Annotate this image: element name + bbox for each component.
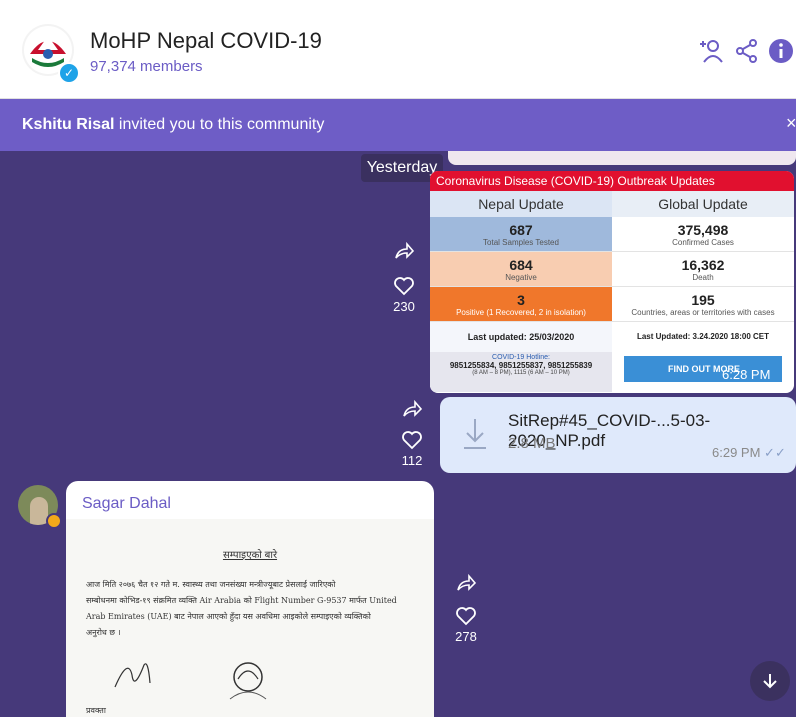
sender-name[interactable]: Sagar Dahal bbox=[82, 495, 171, 513]
global-updated: Last Updated: 3.24.2020 18:00 CET bbox=[636, 332, 770, 341]
stat-cell: 687 Total Samples Tested bbox=[430, 217, 612, 252]
forward-icon[interactable] bbox=[401, 399, 423, 419]
previous-image-message[interactable] bbox=[448, 151, 796, 165]
covid-card-actions: 230 bbox=[384, 241, 424, 314]
share-icon[interactable] bbox=[734, 38, 760, 64]
nepal-updated: Last updated: 25/03/2020 bbox=[467, 332, 575, 342]
nepal-title: Nepal Update bbox=[430, 191, 612, 217]
chat-area[interactable]: Yesterday 230 Coronavirus Disease (COVID… bbox=[0, 151, 796, 717]
close-icon[interactable]: × bbox=[786, 113, 796, 134]
info-icon[interactable] bbox=[768, 38, 794, 64]
heart-icon[interactable] bbox=[401, 430, 423, 450]
group-title[interactable]: MoHP Nepal COVID-19 bbox=[90, 28, 322, 54]
card-header: Coronavirus Disease (COVID-19) Outbreak … bbox=[430, 171, 794, 191]
global-column: Global Update 375,498 Confirmed Cases 16… bbox=[612, 191, 794, 386]
invite-text: invited you to this community bbox=[114, 116, 325, 133]
stamp-icon bbox=[229, 662, 267, 700]
add-user-icon[interactable] bbox=[698, 38, 724, 64]
group-avatar[interactable]: ✓ bbox=[22, 24, 80, 84]
like-count: 278 bbox=[455, 629, 477, 644]
stat-cell: 375,498 Confirmed Cases bbox=[612, 217, 794, 252]
message-actions: 278 bbox=[446, 573, 486, 644]
covid-update-card[interactable]: Coronavirus Disease (COVID-19) Outbreak … bbox=[430, 171, 794, 393]
hotline-box: COVID-19 Hotline: 9851255834, 9851255837… bbox=[430, 352, 612, 392]
global-title: Global Update bbox=[612, 191, 794, 217]
doc-body: आज मिति २०७६ चैत १२ गते म. स्वास्थ्य तथा… bbox=[86, 580, 397, 637]
forward-icon[interactable] bbox=[393, 241, 415, 261]
pdf-size: 2.8 MB bbox=[508, 435, 556, 452]
like-count: 112 bbox=[401, 453, 423, 468]
nepal-column: Nepal Update 687 Total Samples Tested 68… bbox=[430, 191, 612, 392]
verified-icon: ✓ bbox=[58, 62, 80, 84]
card-timestamp: 6:28 PM ✓✓ bbox=[722, 367, 794, 393]
pdf-message[interactable]: SitRep#45_COVID-...5-03-2020_NP.pdf 2.8 … bbox=[440, 397, 796, 473]
pdf-timestamp: 6:29 PM ✓✓ bbox=[712, 445, 786, 460]
read-receipt-icon: ✓✓ bbox=[764, 445, 786, 460]
read-receipt-icon: ✓✓ bbox=[722, 382, 744, 393]
download-icon[interactable] bbox=[462, 417, 488, 451]
stat-cell: 684 Negative bbox=[430, 252, 612, 287]
member-count[interactable]: 97,374 members bbox=[90, 58, 203, 75]
like-count: 230 bbox=[393, 299, 415, 314]
stat-cell: 16,362 Death bbox=[612, 252, 794, 287]
heart-icon[interactable] bbox=[393, 276, 415, 296]
forward-icon[interactable] bbox=[455, 573, 477, 593]
doc-title: सम्पाइएको बारे bbox=[222, 550, 278, 561]
chat-header: ✓ MoHP Nepal COVID-19 97,374 members bbox=[0, 0, 796, 99]
heart-icon[interactable] bbox=[455, 606, 477, 626]
doc-signatory: प्रवक्ता bbox=[86, 706, 106, 715]
document-image[interactable]: सम्पाइएको बारे आज मिति २०७६ चैत १२ गते म… bbox=[66, 519, 434, 717]
invite-banner: Kshitu Risal invited you to this communi… bbox=[0, 99, 796, 151]
stat-cell: 195 Countries, areas or territories with… bbox=[612, 287, 794, 322]
scroll-down-button[interactable] bbox=[750, 661, 790, 701]
stat-cell: 3 Positive (1 Recovered, 2 in isolation) bbox=[430, 287, 612, 322]
pdf-actions: 112 bbox=[392, 399, 432, 468]
badge-icon bbox=[46, 513, 62, 529]
arrow-down-icon bbox=[763, 674, 777, 689]
inviter-name[interactable]: Kshitu Risal bbox=[22, 116, 114, 133]
signature-image bbox=[114, 663, 151, 688]
image-message[interactable]: Sagar Dahal सम्पाइएको बारे आज मिति २०७६ … bbox=[66, 481, 434, 717]
